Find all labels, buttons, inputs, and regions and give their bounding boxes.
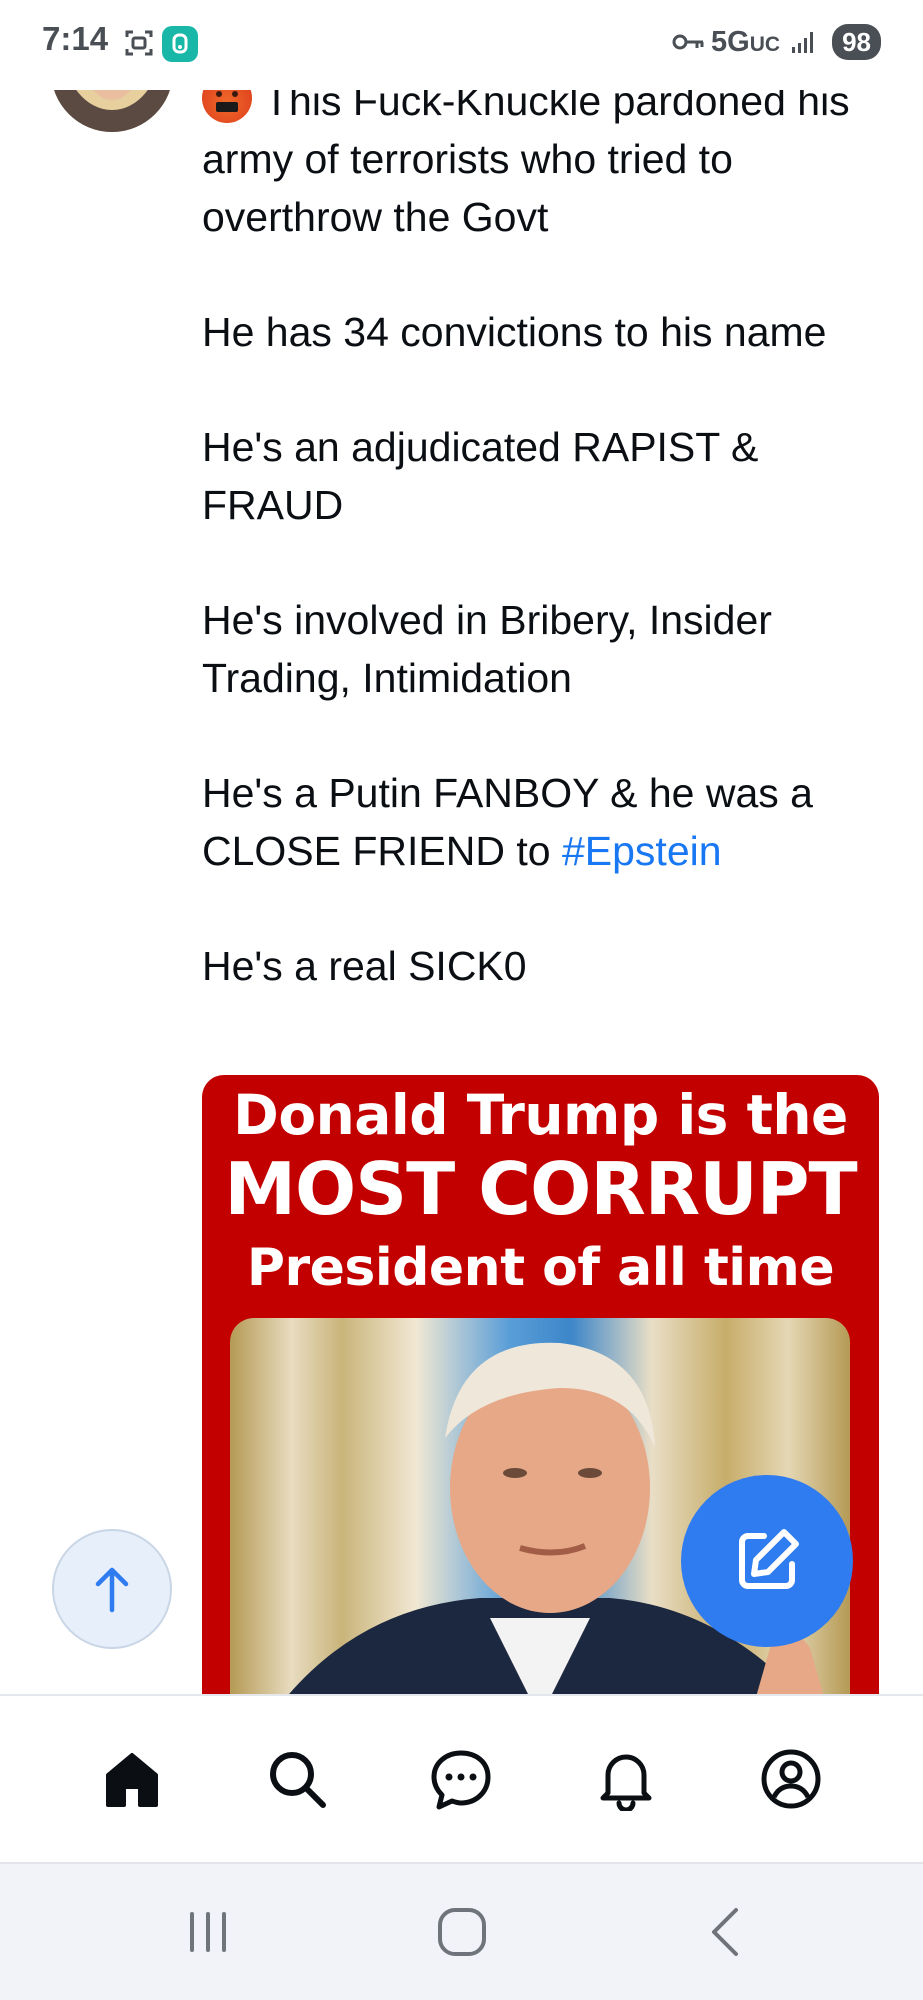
- image-headline-line3: President of all time: [246, 1238, 835, 1298]
- nav-home[interactable]: [92, 1739, 172, 1819]
- recent-apps-button[interactable]: [178, 1902, 238, 1962]
- home-system-button[interactable]: [432, 1902, 492, 1962]
- post-paragraph: He has 34 convictions to his name: [202, 309, 827, 355]
- arrow-up-icon: [95, 1567, 129, 1613]
- screenshot-icon: [125, 30, 153, 56]
- status-bar: 7:14 5GUC 98: [0, 0, 923, 90]
- compose-post-button[interactable]: [681, 1475, 853, 1647]
- hashtag-link[interactable]: #Epstein: [562, 828, 722, 874]
- status-indicators: 5GUC 98: [671, 22, 881, 62]
- recent-apps-icon: [190, 1912, 226, 1952]
- back-button[interactable]: [696, 1902, 756, 1962]
- post-paragraph: He's involved in Bribery, Insider Tradin…: [202, 597, 772, 701]
- bell-icon: [600, 1754, 652, 1811]
- back-chevron-icon: [712, 1908, 738, 1956]
- chat-icon: [431, 1750, 491, 1810]
- nav-profile[interactable]: [751, 1739, 831, 1819]
- search-icon: [269, 1752, 326, 1808]
- compose-icon: [739, 1529, 799, 1589]
- nav-notifications[interactable]: [586, 1739, 666, 1819]
- app-notification-icon: [162, 26, 198, 62]
- network-indicator: 5GUC: [711, 25, 781, 58]
- post-paragraph: He's a real SICK0: [202, 943, 527, 989]
- signal-icon: [792, 32, 814, 53]
- nav-chat[interactable]: [421, 1739, 501, 1819]
- image-headline-line2: MOST CORRUPT: [224, 1147, 857, 1231]
- system-navigation-bar: [0, 1862, 923, 2000]
- post-paragraph: He's a Putin FANBOY & he was a CLOSE FRI…: [202, 770, 813, 874]
- post-body: This Fuck-Knuckle pardoned his army of t…: [202, 72, 892, 995]
- vpn-key-icon: [672, 34, 704, 50]
- status-time: 7:14: [42, 20, 109, 57]
- post-paragraph: This Fuck-Knuckle pardoned his army of t…: [202, 72, 892, 246]
- home-icon: [106, 1753, 159, 1807]
- image-headline-line1: Donald Trump is the: [233, 1083, 848, 1147]
- post-paragraph: He's an adjudicated RAPIST & FRAUD: [202, 424, 759, 528]
- battery-badge: 98: [832, 24, 881, 60]
- scroll-to-top-button[interactable]: [52, 1529, 172, 1649]
- bottom-navigation: [0, 1694, 923, 1862]
- nav-search[interactable]: [257, 1739, 337, 1819]
- home-square-icon: [438, 1908, 486, 1956]
- profile-icon: [761, 1749, 821, 1809]
